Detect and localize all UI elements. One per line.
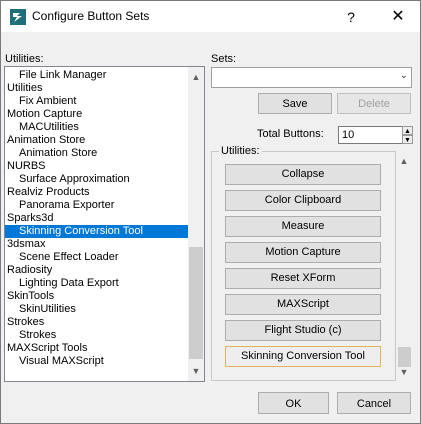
list-item[interactable]: MAXScript Tools: [5, 342, 188, 355]
list-item[interactable]: 3dsmax: [5, 238, 188, 251]
list-item[interactable]: Realviz Products: [5, 186, 188, 199]
scroll-up-icon[interactable]: ▲: [188, 69, 204, 85]
list-item[interactable]: Utilities: [5, 82, 188, 95]
utility-button[interactable]: Collapse: [225, 164, 381, 185]
list-item[interactable]: Panorama Exporter: [5, 199, 188, 212]
spin-down-icon[interactable]: ▼: [402, 135, 413, 144]
utility-button[interactable]: MAXScript: [225, 294, 381, 315]
help-button[interactable]: ?: [340, 7, 362, 27]
utility-button[interactable]: Motion Capture: [225, 242, 381, 263]
utility-button[interactable]: Color Clipboard: [225, 190, 381, 211]
scroll-down-icon[interactable]: ▼: [396, 364, 412, 380]
list-item[interactable]: NURBS: [5, 160, 188, 173]
cancel-button[interactable]: Cancel: [337, 392, 411, 414]
buttons-scrollbar[interactable]: ▲ ▼: [396, 151, 413, 380]
list-item[interactable]: Visual MAXScript: [5, 355, 188, 368]
save-button[interactable]: Save: [258, 93, 332, 114]
delete-button[interactable]: Delete: [337, 93, 411, 114]
total-buttons-spinner[interactable]: ▲ ▼: [402, 126, 413, 144]
list-item[interactable]: Radiosity: [5, 264, 188, 277]
sets-label: Sets:: [211, 53, 237, 65]
scroll-thumb[interactable]: [189, 247, 203, 359]
utilities-list: File Link Manager Utilities Fix Ambient Mot…: [5, 69, 188, 368]
utilities-listbox[interactable]: File Link Manager Utilities Fix Ambient Mot…: [4, 66, 205, 382]
list-item[interactable]: Animation Store: [5, 147, 188, 160]
utility-button[interactable]: Flight Studio (c): [225, 320, 381, 341]
list-item[interactable]: Motion Capture: [5, 108, 188, 121]
list-item[interactable]: Animation Store: [5, 134, 188, 147]
close-button[interactable]: ✕: [385, 6, 411, 28]
sets-combobox[interactable]: ⌄: [211, 67, 412, 88]
list-item[interactable]: Strokes: [5, 316, 188, 329]
utilities-scrollbar[interactable]: ▲ ▼: [188, 67, 204, 381]
scroll-up-icon[interactable]: ▲: [396, 153, 412, 169]
list-item[interactable]: File Link Manager: [5, 69, 188, 82]
title-bar[interactable]: Configure Button Sets ? ✕: [1, 1, 420, 32]
list-item[interactable]: SkinUtilities: [5, 303, 188, 316]
total-buttons-label: Total Buttons:: [257, 128, 324, 140]
list-item[interactable]: Scene Effect Loader: [5, 251, 188, 264]
app-icon: [10, 9, 26, 25]
utilities-list-label: Utilities:: [5, 53, 44, 65]
list-item[interactable]: Sparks3d: [5, 212, 188, 225]
group-label: Utilities:: [219, 145, 262, 157]
total-buttons-input[interactable]: 10: [338, 126, 403, 144]
list-item[interactable]: SkinTools: [5, 290, 188, 303]
list-item[interactable]: Lighting Data Export: [5, 277, 188, 290]
utility-button[interactable]: Skinning Conversion Tool: [225, 346, 381, 367]
utility-button[interactable]: Measure: [225, 216, 381, 237]
window-title: Configure Button Sets: [32, 9, 150, 23]
list-item[interactable]: Strokes: [5, 329, 188, 342]
utility-button[interactable]: Reset XForm: [225, 268, 381, 289]
list-item[interactable]: MACUtilities: [5, 121, 188, 134]
list-item[interactable]: Fix Ambient: [5, 95, 188, 108]
chevron-down-icon[interactable]: ⌄: [400, 70, 408, 81]
ok-button[interactable]: OK: [258, 392, 329, 414]
list-item[interactable]: Skinning Conversion Tool: [5, 225, 188, 238]
spin-up-icon[interactable]: ▲: [402, 126, 413, 135]
list-item[interactable]: Surface Approximation: [5, 173, 188, 186]
scroll-down-icon[interactable]: ▼: [188, 363, 204, 379]
